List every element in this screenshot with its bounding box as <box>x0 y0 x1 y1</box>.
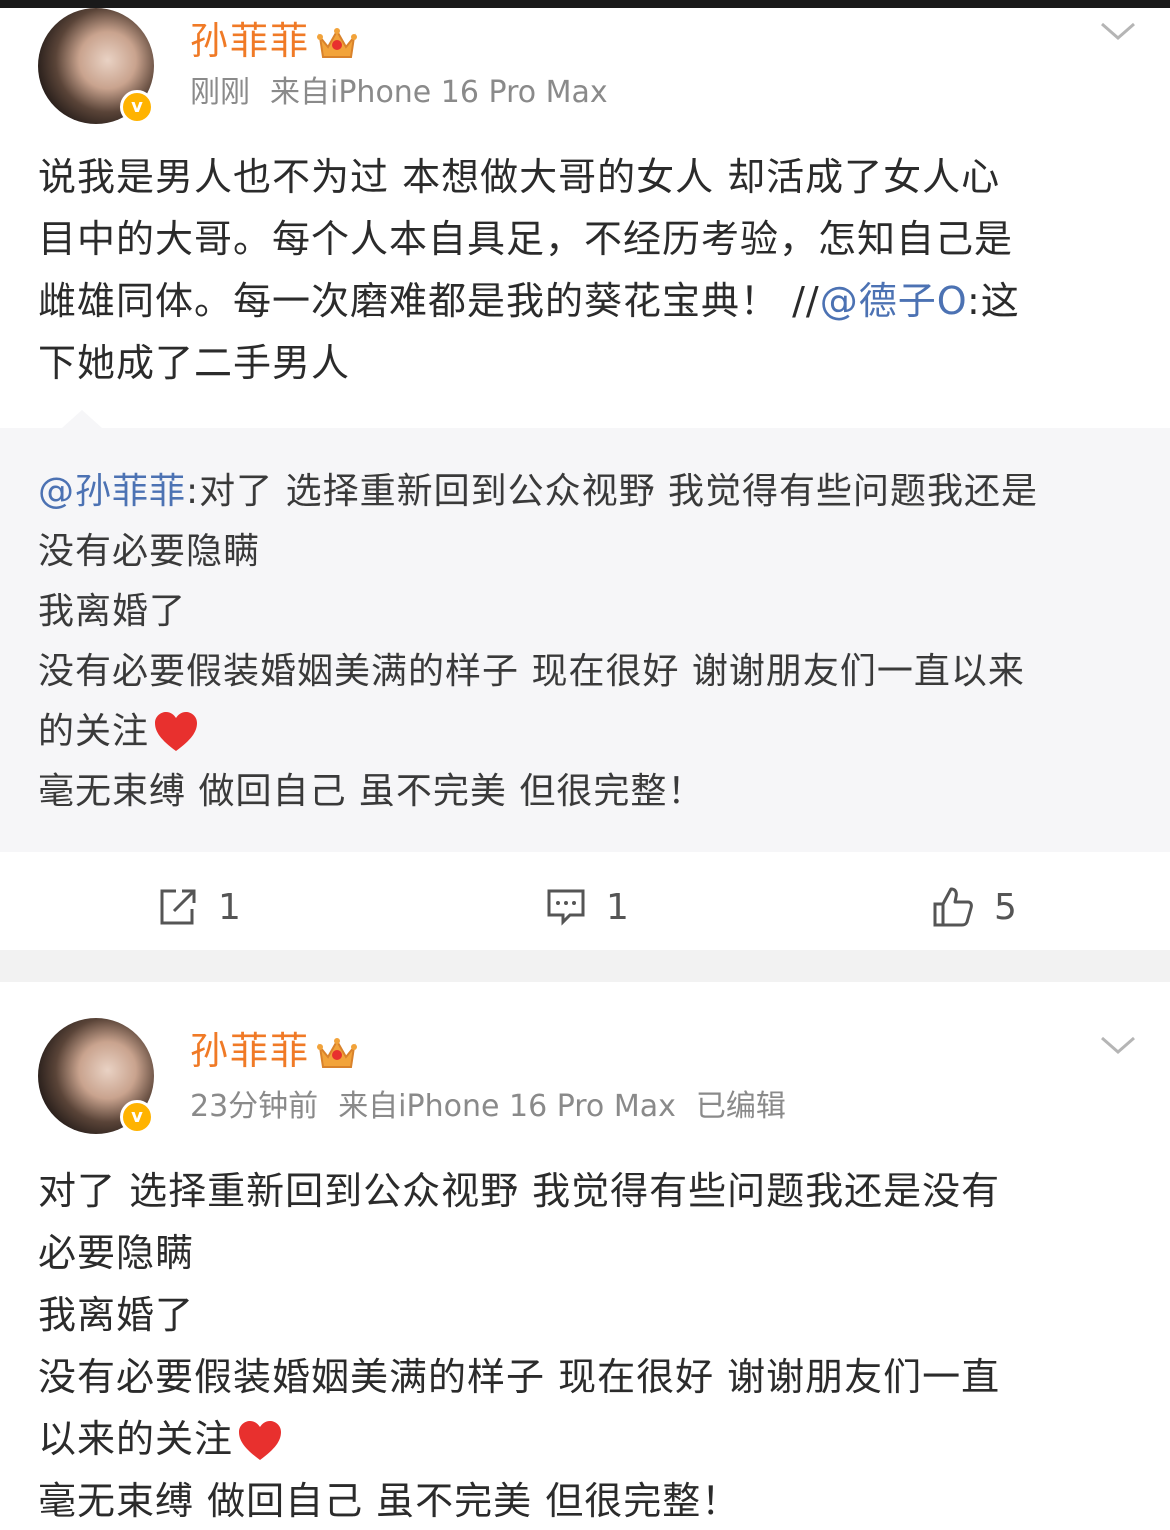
post-content: 说我是男人也不为过 本想做大哥的女人 却活成了女人心 目中的大哥。每个人本自具足… <box>38 146 1138 394</box>
status-bar-edge <box>0 0 1170 8</box>
content-line: 没有必要假装婚姻美满的样子 现在很好 谢谢朋友们一直 <box>38 1355 1001 1399</box>
heart-emoji-icon <box>155 712 198 751</box>
post-divider <box>0 950 1170 982</box>
content-line: 我离婚了 <box>38 1293 195 1337</box>
content-line: 以来的关注 <box>38 1408 1138 1470</box>
post-meta: 刚刚 来自iPhone 16 Pro Max <box>190 78 628 108</box>
comment-button[interactable]: 1 <box>546 882 629 932</box>
repost-count: 1 <box>218 886 241 928</box>
repost-line: @孙菲菲:对了 选择重新回到公众视野 我觉得有些问题我还是 <box>38 471 1039 512</box>
repost-button[interactable]: 1 <box>158 882 241 932</box>
comment-count: 1 <box>606 886 629 928</box>
content-line: 雌雄同体。每一次磨难都是我的葵花宝典！ //@德子O:这 <box>38 279 1020 323</box>
repost-line: 没有必要隐瞒 <box>38 531 261 572</box>
repost-line: 我离婚了 <box>38 591 187 632</box>
repost-card[interactable]: @孙菲菲:对了 选择重新回到公众视野 我觉得有些问题我还是 没有必要隐瞒 我离婚… <box>0 410 1170 852</box>
post-source: 来自iPhone 16 Pro Max <box>338 1089 676 1124</box>
comment-icon <box>547 889 585 926</box>
post-time: 23分钟前 <box>190 1089 319 1124</box>
content-line: 下她成了二手男人 <box>38 341 351 385</box>
username[interactable]: 孙菲菲 <box>190 22 358 63</box>
verified-badge-icon: v <box>120 1100 154 1134</box>
chevron-down-icon[interactable] <box>1098 20 1138 44</box>
edited-label: 已编辑 <box>695 1089 786 1124</box>
post-source: 来自iPhone 16 Pro Max <box>270 75 608 110</box>
avatar[interactable]: v <box>38 1018 154 1134</box>
post-time: 刚刚 <box>190 75 250 110</box>
content-line: 目中的大哥。每个人本自具足，不经历考验，怎知自己是 <box>38 217 1014 261</box>
post-actions: 1 1 5 <box>0 868 1170 948</box>
mention-link[interactable]: @德子O <box>820 279 967 323</box>
repost-content: @孙菲菲:对了 选择重新回到公众视野 我觉得有些问题我还是 没有必要隐瞒 我离婚… <box>38 462 1138 822</box>
content-line: 毫无束缚 做回自己 虽不完美 但很完整！ <box>38 1479 741 1523</box>
repost-line: 的关注 <box>38 702 1138 762</box>
thumbs-up-icon <box>933 887 973 927</box>
avatar[interactable]: v <box>38 8 154 124</box>
repost-notch <box>62 410 102 428</box>
content-line: 必要隐瞒 <box>38 1231 195 1275</box>
content-line: 说我是男人也不为过 本想做大哥的女人 却活成了女人心 <box>38 155 1001 199</box>
verified-badge-icon: v <box>120 90 154 124</box>
like-count: 5 <box>994 886 1017 928</box>
like-button[interactable]: 5 <box>932 882 1017 932</box>
crown-icon <box>317 1037 358 1068</box>
mention-link[interactable]: @孙菲菲 <box>38 471 186 512</box>
username[interactable]: 孙菲菲 <box>190 1032 358 1073</box>
post-meta: 23分钟前 来自iPhone 16 Pro Max 已编辑 <box>190 1092 806 1122</box>
heart-emoji-icon <box>239 1420 282 1460</box>
chevron-down-icon[interactable] <box>1098 1034 1138 1058</box>
repost-line: 没有必要假装婚姻美满的样子 现在很好 谢谢朋友们一直以来 <box>38 651 1025 692</box>
content-line: 对了 选择重新回到公众视野 我觉得有些问题我还是没有 <box>38 1169 1001 1213</box>
weibo-post: v 孙菲菲 刚刚 来自iPhone 16 Pro Max 说我是男人也不为过 本想… <box>0 8 1170 950</box>
crown-icon <box>317 27 358 58</box>
post-content: 对了 选择重新回到公众视野 我觉得有些问题我还是没有 必要隐瞒 我离婚了 没有必… <box>38 1160 1138 1530</box>
weibo-post: v 孙菲菲 23分钟前 来自iPhone 16 Pro Max 已编辑 对了 选择重… <box>0 982 1170 1530</box>
share-icon <box>160 889 196 925</box>
repost-line: 毫无束缚 做回自己 虽不完美 但很完整！ <box>38 771 705 812</box>
